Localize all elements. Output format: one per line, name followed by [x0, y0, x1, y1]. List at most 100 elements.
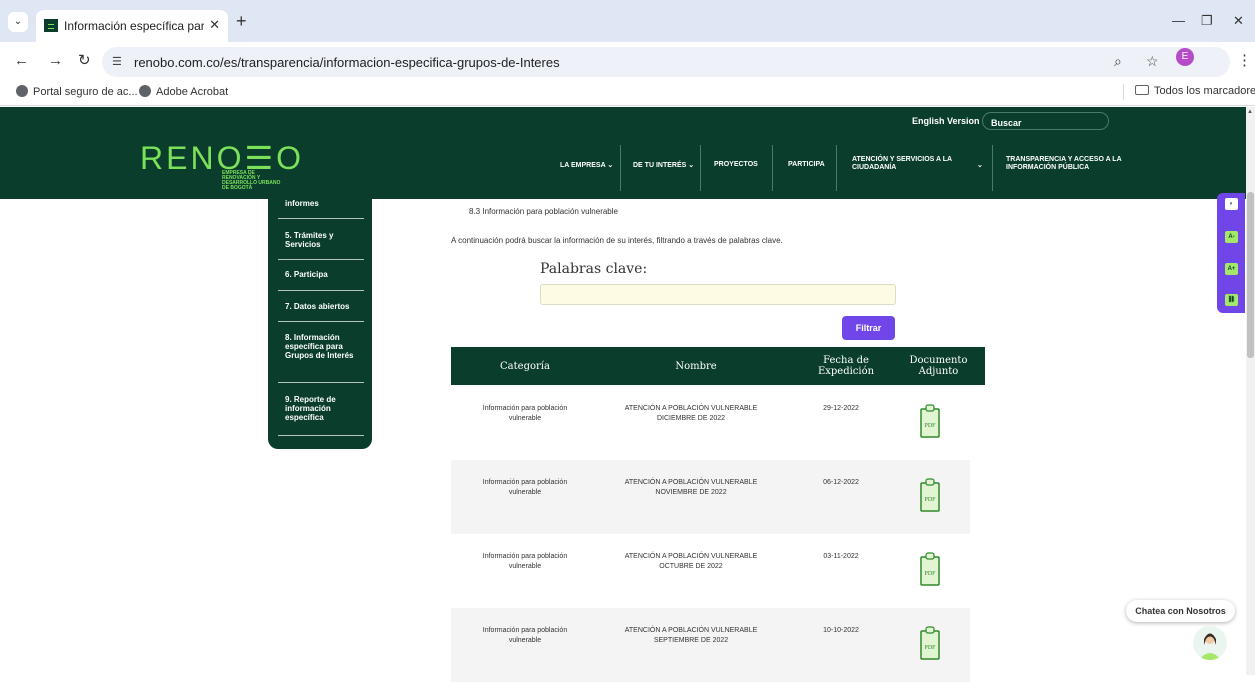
pdf-document-icon[interactable]: PDF [919, 404, 941, 440]
link-highlight-icon[interactable]: ⛓ [1225, 294, 1238, 306]
cell-fecha: 06-12-2022 [823, 479, 859, 486]
menu-atencion[interactable]: ATENCIÓN Y SERVICIOS A LA CIUDADANÍA [852, 156, 952, 172]
filter-button[interactable]: Filtrar [842, 316, 895, 340]
cell-nombre: ATENCIÓN A POBLACIÓN VULNERABLE OCTUBRE D… [624, 553, 758, 570]
new-tab-button[interactable]: + [236, 12, 247, 30]
sidebar-item-informacion-especifica[interactable]: 8. Información específica para Grupos de… [285, 333, 365, 360]
sidebar-divider [278, 435, 364, 436]
cell-fecha: 10-10-2022 [823, 627, 859, 634]
site-search-input[interactable] [991, 118, 1101, 128]
sidebar-item-tramites[interactable]: 5. Trámites y Servicios [285, 231, 365, 249]
sidebar-item-informes[interactable]: informes [285, 199, 365, 208]
decrease-font-icon[interactable]: A- [1225, 231, 1238, 243]
renobo-favicon-icon [44, 19, 58, 32]
zoom-icon[interactable]: ⌕ [1114, 53, 1122, 70]
table-row: Información para población vulnerable ATEN… [451, 534, 970, 608]
sidebar-divider [278, 382, 364, 383]
pdf-document-icon[interactable]: PDF [919, 478, 941, 514]
scroll-up-arrow-icon[interactable]: ▲ [1247, 109, 1253, 115]
forward-icon[interactable]: → [48, 53, 63, 68]
menu-la-empresa[interactable]: LA EMPRESA ⌄ [560, 161, 613, 169]
cell-fecha: 03-11-2022 [823, 553, 859, 560]
sidebar-item-participa[interactable]: 6. Participa [285, 270, 365, 279]
table-row: Información para población vulnerable ATEN… [451, 460, 970, 534]
chat-bubble[interactable]: Chatea con Nosotros [1126, 600, 1235, 622]
pdf-label: PDF [924, 571, 936, 577]
bookmark-adobe[interactable]: Adobe Acrobat [139, 85, 228, 98]
tab-title: Información específica para Gru [64, 19, 204, 33]
menu-divider [992, 145, 993, 191]
intro-text: A continuación podrá buscar la informaci… [451, 236, 783, 245]
menu-proyectos[interactable]: PROYECTOS [714, 161, 758, 168]
menu-participa[interactable]: PARTICIPA [788, 161, 825, 168]
browser-tab-strip: ⌄ Información específica para Gru ✕ + — … [0, 0, 1255, 42]
table-header: Categoría Nombre Fecha de Expedición Doc… [451, 347, 985, 385]
menu-divider [620, 145, 621, 191]
cell-categoria: Información para población vulnerable [482, 627, 568, 644]
column-header-categoria: Categoría [500, 361, 550, 372]
english-version-link[interactable]: English Version [912, 116, 980, 126]
site-search[interactable] [982, 112, 1109, 130]
bookmark-portal[interactable]: Portal seguro de ac... [16, 85, 138, 98]
keywords-label: Palabras clave: [540, 261, 648, 277]
sidebar-divider [278, 321, 364, 322]
menu-transparencia[interactable]: TRANSPARENCIA Y ACCESO A LA INFORMACIÓN … [1006, 156, 1122, 172]
globe-icon [139, 85, 151, 97]
cell-nombre: ATENCIÓN A POBLACIÓN VULNERABLE NOVIEMBRE… [624, 479, 758, 496]
sub-item-link[interactable]: 8.3 Información para población vulnerabl… [469, 207, 618, 216]
minimize-button[interactable]: — [1172, 13, 1185, 28]
globe-icon [16, 85, 28, 97]
increase-font-icon[interactable]: A+ [1225, 263, 1238, 275]
sidebar-item-reporte[interactable]: 9. Reporte de información específica [285, 395, 365, 422]
close-window-button[interactable]: ✕ [1233, 13, 1244, 29]
all-bookmarks[interactable]: Todos los marcadores [1135, 85, 1255, 97]
menu-de-tu-interes[interactable]: DE TU INTERÉS ⌄ [633, 161, 694, 169]
cell-nombre: ATENCIÓN A POBLACIÓN VULNERABLE SEPTIEMBR… [624, 627, 758, 644]
bookmark-star-icon[interactable]: ☆ [1146, 53, 1159, 70]
pdf-label: PDF [924, 497, 936, 503]
keywords-input[interactable] [540, 284, 896, 305]
site-info-icon[interactable]: ☰ [112, 55, 122, 68]
pdf-document-icon[interactable]: PDF [919, 552, 941, 588]
menu-divider [772, 145, 773, 191]
cell-categoria: Información para población vulnerable [482, 405, 568, 422]
back-icon[interactable]: ← [14, 53, 29, 68]
chevron-down-icon[interactable]: ⌄ [977, 161, 983, 169]
tab-search-dropdown[interactable]: ⌄ [8, 12, 28, 32]
scrollbar-thumb[interactable] [1247, 192, 1254, 358]
bookmarks-divider [1123, 84, 1124, 100]
logo-subtitle: EMPRESA DE RENOVACIÓN Y DESARROLLO URBAN… [222, 170, 281, 191]
sidebar-divider [278, 218, 364, 219]
column-header-nombre: Nombre [675, 361, 717, 372]
profile-avatar[interactable]: E [1176, 48, 1194, 66]
chat-agent-avatar[interactable] [1193, 626, 1227, 660]
pdf-label: PDF [924, 645, 936, 651]
restore-button[interactable]: ❐ [1201, 13, 1213, 29]
tab-close-icon[interactable]: ✕ [209, 17, 220, 33]
omnibox[interactable]: ☰ renobo.com.co/es/transparencia/informa… [102, 47, 1230, 77]
menu-divider [836, 145, 837, 191]
column-header-fecha: Fecha de Expedición [817, 355, 875, 377]
url-text: renobo.com.co/es/transparencia/informaci… [134, 55, 560, 70]
cell-fecha: 29-12-2022 [823, 405, 859, 412]
pdf-label: PDF [924, 423, 936, 429]
bookmarks-bar: Portal seguro de ac... Adobe Acrobat Tod… [0, 80, 1255, 106]
browser-menu-icon[interactable]: ⋮ [1237, 53, 1252, 68]
reload-icon[interactable]: ↻ [78, 53, 91, 68]
active-tab[interactable]: Información específica para Gru ✕ [36, 10, 228, 42]
table-row: Información para población vulnerable ATEN… [451, 386, 970, 460]
accessibility-toolbar: ◐ A- A+ ⛓ [1217, 193, 1245, 313]
menu-divider [700, 145, 701, 191]
cell-categoria: Información para población vulnerable [482, 553, 568, 570]
sidebar-item-datos-abiertos[interactable]: 7. Datos abiertos [285, 302, 365, 311]
transparency-sidebar: informes 5. Trámites y Servicios 6. Part… [268, 199, 372, 449]
pdf-document-icon[interactable]: PDF [919, 626, 941, 662]
cell-categoria: Información para población vulnerable [482, 479, 568, 496]
folder-icon [1135, 85, 1149, 95]
cell-nombre: ATENCIÓN A POBLACIÓN VULNERABLE DICIEMBRE… [624, 405, 758, 422]
column-header-documento: Documento Adjunto [909, 355, 968, 377]
table-row: Información para población vulnerable ATEN… [451, 608, 970, 682]
site-header: RENO☰O EMPRESA DE RENOVACIÓN Y DESARROLL… [0, 107, 1246, 199]
sidebar-divider [278, 259, 364, 260]
contrast-icon[interactable]: ◐ [1225, 198, 1238, 210]
